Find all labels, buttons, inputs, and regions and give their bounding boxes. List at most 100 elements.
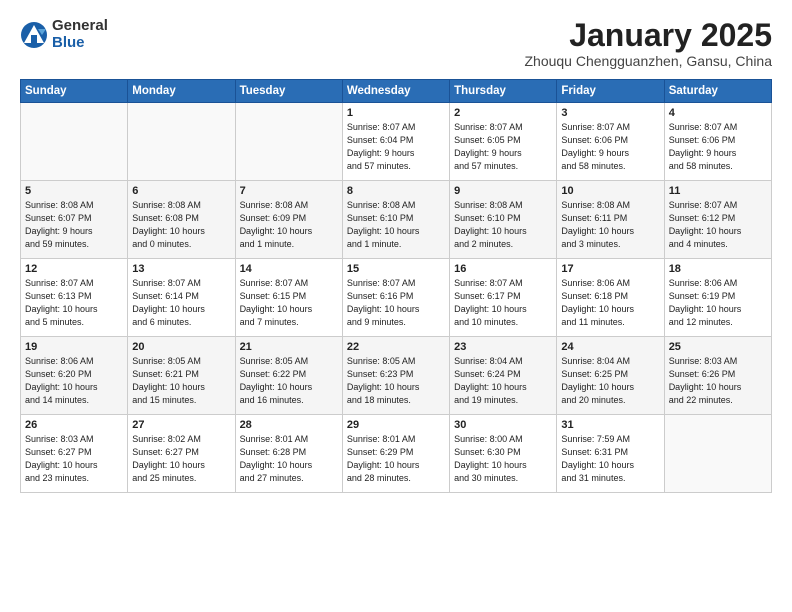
day-number: 19: [25, 341, 123, 353]
day-info: Sunrise: 8:07 AM Sunset: 6:04 PM Dayligh…: [347, 121, 445, 173]
calendar-cell: 9Sunrise: 8:08 AM Sunset: 6:10 PM Daylig…: [450, 181, 557, 259]
day-number: 25: [669, 341, 767, 353]
weekday-header: Friday: [557, 80, 664, 103]
calendar-cell: 14 Sunrise: 8:07 AM Sunset: 6:15 PM Dayli…: [235, 259, 342, 337]
day-number: 7: [240, 185, 338, 197]
logo-text: General Blue: [52, 18, 108, 51]
day-info: Sunrise: 8:04 AM Sunset: 6:25 PM Dayligh…: [561, 355, 659, 407]
calendar-cell: 4 Sunrise: 8:07 AM Sunset: 6:06 PM Daylig…: [664, 103, 771, 181]
calendar-cell: 8 Sunrise: 8:08 AM Sunset: 6:10 PM Daylig…: [342, 181, 449, 259]
weekday-header: Tuesday: [235, 80, 342, 103]
weekday-header: Thursday: [450, 80, 557, 103]
day-info: Sunrise: 8:08 AM Sunset: 6:09 PM Dayligh…: [240, 199, 338, 251]
calendar-cell: 18 Sunrise: 8:06 AM Sunset: 6:19 PM Dayli…: [664, 259, 771, 337]
day-info: Sunrise: 8:06 AM Sunset: 6:18 PM Dayligh…: [561, 277, 659, 329]
calendar-subtitle: Zhouqu Chengguanzhen, Gansu, China: [524, 53, 772, 69]
calendar-cell: 24 Sunrise: 8:04 AM Sunset: 6:25 PM Dayli…: [557, 337, 664, 415]
day-info: Sunrise: 8:08 AM Sunset: 6:10 PM Dayligh…: [454, 199, 552, 251]
day-number: 27: [132, 419, 230, 431]
day-number: 8: [347, 185, 445, 197]
calendar-cell: 29 Sunrise: 8:01 AM Sunset: 6:29 PM Dayli…: [342, 415, 449, 493]
day-number: 4: [669, 107, 767, 119]
day-info: Sunrise: 8:04 AM Sunset: 6:24 PM Dayligh…: [454, 355, 552, 407]
day-info: Sunrise: 8:03 AM Sunset: 6:27 PM Dayligh…: [25, 433, 123, 485]
day-info: Sunrise: 8:07 AM Sunset: 6:05 PM Dayligh…: [454, 121, 552, 173]
day-info: Sunrise: 8:01 AM Sunset: 6:29 PM Dayligh…: [347, 433, 445, 485]
day-number: 11: [669, 185, 767, 197]
day-number: 10: [561, 185, 659, 197]
day-info: Sunrise: 8:05 AM Sunset: 6:22 PM Dayligh…: [240, 355, 338, 407]
calendar-cell: 21 Sunrise: 8:05 AM Sunset: 6:22 PM Dayli…: [235, 337, 342, 415]
calendar-cell: 22Sunrise: 8:05 AM Sunset: 6:23 PM Dayli…: [342, 337, 449, 415]
calendar-cell: 6Sunrise: 8:08 AM Sunset: 6:08 PM Daylig…: [128, 181, 235, 259]
calendar-cell: 26 Sunrise: 8:03 AM Sunset: 6:27 PM Dayli…: [21, 415, 128, 493]
weekday-header: Monday: [128, 80, 235, 103]
calendar-cell: 7 Sunrise: 8:08 AM Sunset: 6:09 PM Daylig…: [235, 181, 342, 259]
day-number: 26: [25, 419, 123, 431]
day-info: Sunrise: 8:07 AM Sunset: 6:06 PM Dayligh…: [561, 121, 659, 173]
day-number: 18: [669, 263, 767, 275]
calendar-cell: 17 Sunrise: 8:06 AM Sunset: 6:18 PM Dayli…: [557, 259, 664, 337]
day-info: Sunrise: 8:05 AM Sunset: 6:21 PM Dayligh…: [132, 355, 230, 407]
header-row: SundayMondayTuesdayWednesdayThursdayFrid…: [21, 80, 772, 103]
calendar-cell: 30 Sunrise: 8:00 AM Sunset: 6:30 PM Dayli…: [450, 415, 557, 493]
weekday-header: Wednesday: [342, 80, 449, 103]
day-number: 23: [454, 341, 552, 353]
logo-general: General: [52, 18, 108, 35]
day-info: Sunrise: 8:03 AM Sunset: 6:26 PM Dayligh…: [669, 355, 767, 407]
day-info: Sunrise: 8:07 AM Sunset: 6:16 PM Dayligh…: [347, 277, 445, 329]
calendar-cell: 11Sunrise: 8:07 AM Sunset: 6:12 PM Dayli…: [664, 181, 771, 259]
day-info: Sunrise: 8:08 AM Sunset: 6:11 PM Dayligh…: [561, 199, 659, 251]
day-info: Sunrise: 8:08 AM Sunset: 6:08 PM Dayligh…: [132, 199, 230, 251]
logo-icon: [20, 21, 48, 49]
calendar-week-row: 1 Sunrise: 8:07 AM Sunset: 6:04 PM Daylig…: [21, 103, 772, 181]
calendar-week-row: 26 Sunrise: 8:03 AM Sunset: 6:27 PM Dayli…: [21, 415, 772, 493]
day-number: 21: [240, 341, 338, 353]
calendar-cell: 23 Sunrise: 8:04 AM Sunset: 6:24 PM Dayli…: [450, 337, 557, 415]
day-info: Sunrise: 8:07 AM Sunset: 6:15 PM Dayligh…: [240, 277, 338, 329]
calendar-cell: 20Sunrise: 8:05 AM Sunset: 6:21 PM Dayli…: [128, 337, 235, 415]
calendar-cell: 19Sunrise: 8:06 AM Sunset: 6:20 PM Dayli…: [21, 337, 128, 415]
calendar-cell: 13Sunrise: 8:07 AM Sunset: 6:14 PM Dayli…: [128, 259, 235, 337]
day-info: Sunrise: 8:06 AM Sunset: 6:19 PM Dayligh…: [669, 277, 767, 329]
day-number: 16: [454, 263, 552, 275]
calendar-cell: 25 Sunrise: 8:03 AM Sunset: 6:26 PM Dayli…: [664, 337, 771, 415]
calendar-cell: 31Sunrise: 7:59 AM Sunset: 6:31 PM Dayli…: [557, 415, 664, 493]
calendar-cell: [664, 415, 771, 493]
calendar-cell: 1 Sunrise: 8:07 AM Sunset: 6:04 PM Daylig…: [342, 103, 449, 181]
day-number: 12: [25, 263, 123, 275]
calendar-cell: 2 Sunrise: 8:07 AM Sunset: 6:05 PM Daylig…: [450, 103, 557, 181]
day-number: 3: [561, 107, 659, 119]
day-info: Sunrise: 8:07 AM Sunset: 6:13 PM Dayligh…: [25, 277, 123, 329]
day-info: Sunrise: 8:02 AM Sunset: 6:27 PM Dayligh…: [132, 433, 230, 485]
day-info: Sunrise: 8:07 AM Sunset: 6:06 PM Dayligh…: [669, 121, 767, 173]
day-number: 1: [347, 107, 445, 119]
day-number: 29: [347, 419, 445, 431]
day-number: 17: [561, 263, 659, 275]
day-number: 13: [132, 263, 230, 275]
calendar-cell: 3 Sunrise: 8:07 AM Sunset: 6:06 PM Daylig…: [557, 103, 664, 181]
calendar-cell: [235, 103, 342, 181]
day-number: 30: [454, 419, 552, 431]
day-number: 14: [240, 263, 338, 275]
logo-blue: Blue: [52, 35, 108, 52]
calendar-page: General Blue January 2025 Zhouqu Chenggu…: [0, 0, 792, 612]
calendar-cell: 12 Sunrise: 8:07 AM Sunset: 6:13 PM Dayli…: [21, 259, 128, 337]
day-info: Sunrise: 8:08 AM Sunset: 6:10 PM Dayligh…: [347, 199, 445, 251]
day-number: 28: [240, 419, 338, 431]
calendar-week-row: 19Sunrise: 8:06 AM Sunset: 6:20 PM Dayli…: [21, 337, 772, 415]
day-number: 22: [347, 341, 445, 353]
calendar-cell: [21, 103, 128, 181]
calendar-week-row: 5Sunrise: 8:08 AM Sunset: 6:07 PM Daylig…: [21, 181, 772, 259]
day-number: 2: [454, 107, 552, 119]
day-info: Sunrise: 8:07 AM Sunset: 6:17 PM Dayligh…: [454, 277, 552, 329]
day-number: 24: [561, 341, 659, 353]
day-info: Sunrise: 8:00 AM Sunset: 6:30 PM Dayligh…: [454, 433, 552, 485]
calendar-cell: 16 Sunrise: 8:07 AM Sunset: 6:17 PM Dayli…: [450, 259, 557, 337]
day-info: Sunrise: 8:08 AM Sunset: 6:07 PM Dayligh…: [25, 199, 123, 251]
weekday-header: Sunday: [21, 80, 128, 103]
logo: General Blue: [20, 18, 108, 51]
header: General Blue January 2025 Zhouqu Chenggu…: [20, 18, 772, 69]
day-number: 15: [347, 263, 445, 275]
calendar-title: January 2025: [524, 18, 772, 53]
